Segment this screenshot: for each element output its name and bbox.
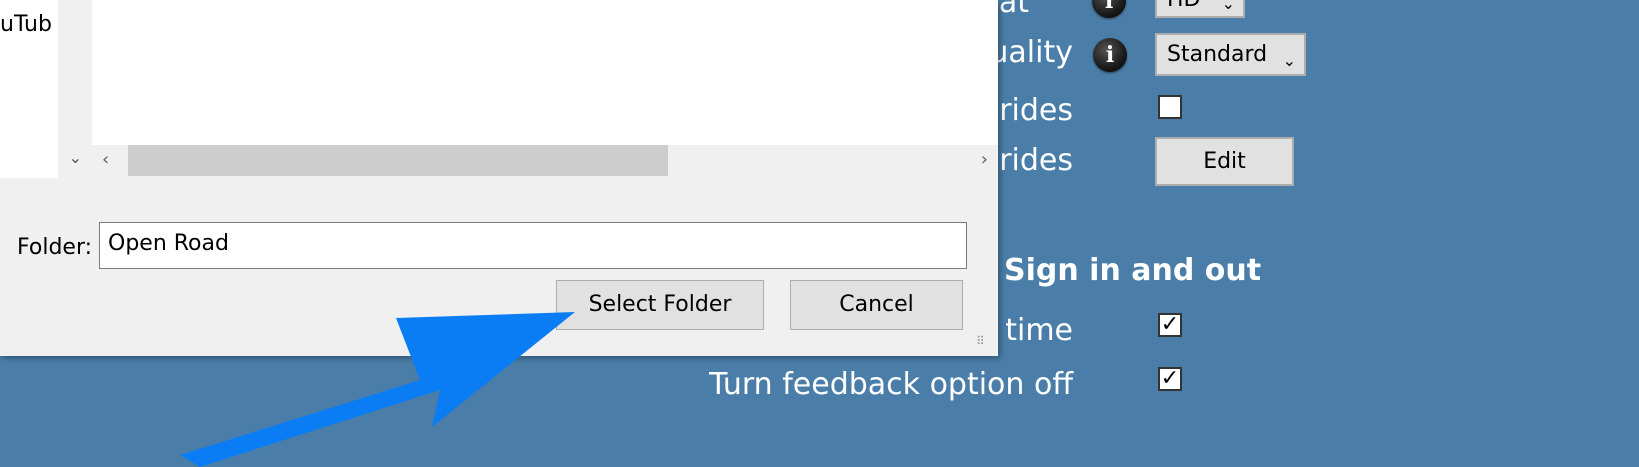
pointer-arrow-icon	[180, 312, 575, 467]
arrow-shape	[180, 312, 575, 467]
